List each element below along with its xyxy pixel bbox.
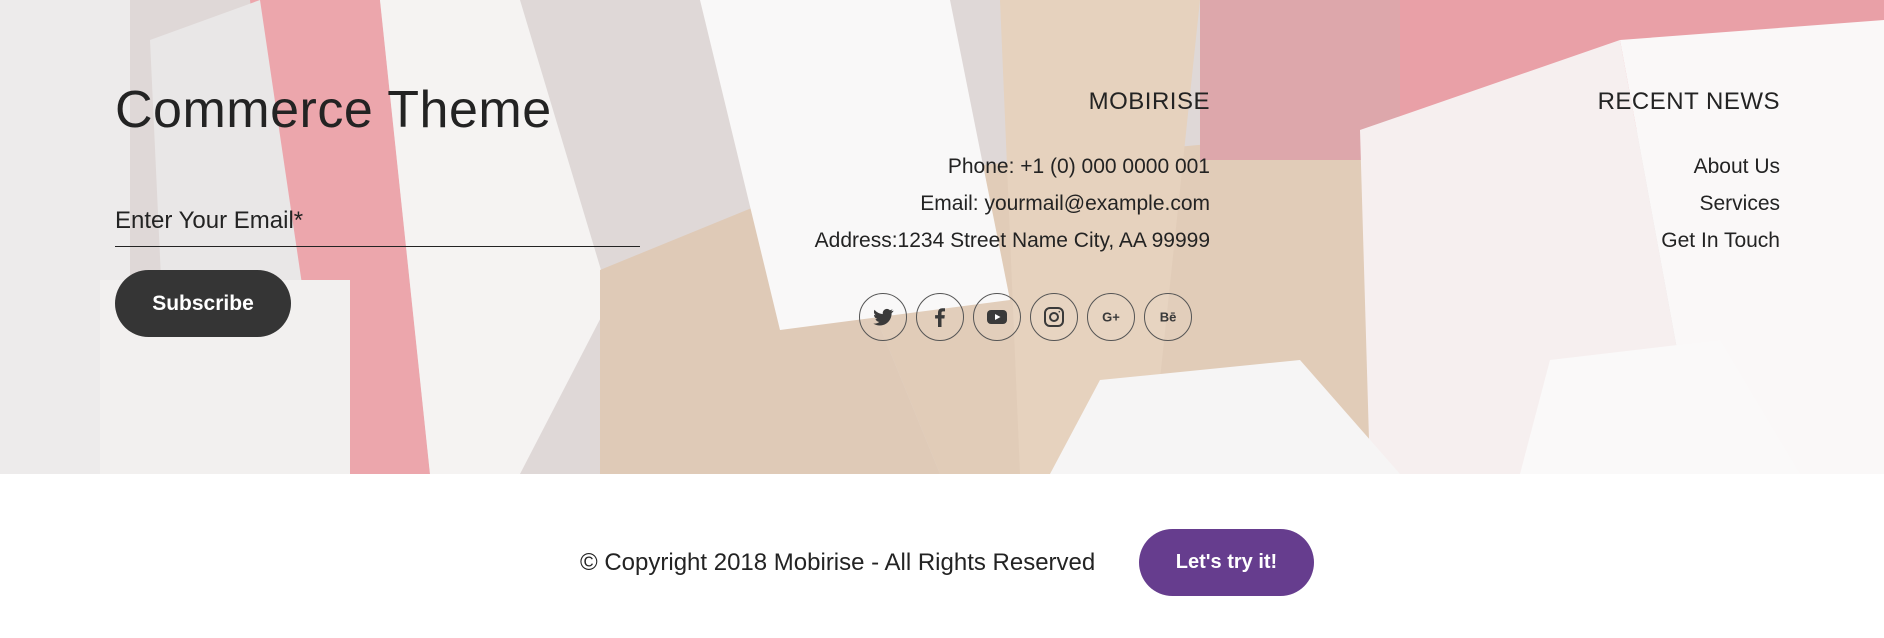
- email-field[interactable]: [115, 196, 640, 247]
- news-links: About Us Services Get In Touch: [1661, 148, 1780, 259]
- twitter-icon[interactable]: [859, 293, 907, 341]
- news-link-get-in-touch[interactable]: Get In Touch: [1661, 222, 1780, 259]
- contact-email: Email: yourmail@example.com: [920, 192, 1210, 215]
- contact-phone: Phone: +1 (0) 000 0000 001: [947, 155, 1210, 178]
- instagram-icon[interactable]: [1030, 293, 1078, 341]
- behance-icon[interactable]: Bē: [1144, 293, 1192, 341]
- news-link-services[interactable]: Services: [1661, 185, 1780, 222]
- svg-text:G+: G+: [1102, 310, 1120, 325]
- recent-news-heading: RECENT NEWS: [1597, 88, 1780, 115]
- copyright-text: © Copyright 2018 Mobirise - All Rights R…: [580, 549, 1096, 576]
- lets-try-it-button[interactable]: Let's try it!: [1139, 529, 1314, 596]
- google-plus-icon[interactable]: G+: [1087, 293, 1135, 341]
- subscribe-button[interactable]: Subscribe: [115, 270, 291, 337]
- news-link-about-us[interactable]: About Us: [1661, 148, 1780, 185]
- brand-title: Commerce Theme: [115, 81, 552, 139]
- svg-text:Bē: Bē: [1160, 310, 1177, 325]
- social-links: G+ Bē: [859, 293, 1192, 341]
- contact-info: Phone: +1 (0) 000 0000 001 Email: yourma…: [815, 148, 1210, 259]
- contact-address: Address:1234 Street Name City, AA 99999: [814, 229, 1210, 252]
- facebook-icon[interactable]: [916, 293, 964, 341]
- mobirise-heading: MOBIRISE: [1088, 88, 1210, 115]
- youtube-icon[interactable]: [973, 293, 1021, 341]
